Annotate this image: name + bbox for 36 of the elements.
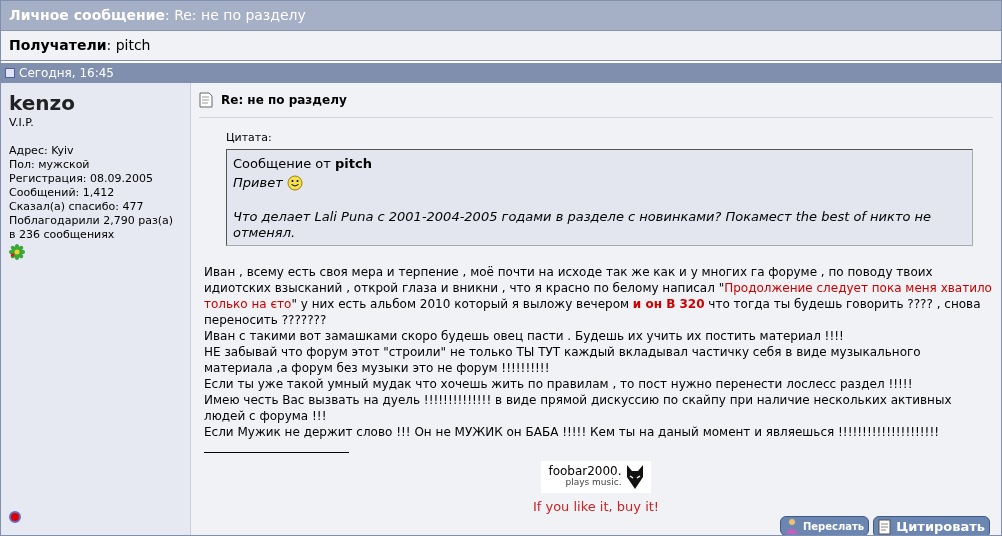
author-detail: в 236 сообщениях — [9, 227, 116, 242]
author-detail: Сообщений: 1,412 — [9, 185, 116, 200]
message-text: НЕ забывай что форум этот "строили" не только ТЫ ТУТ каждый вкладывал частичку себя в виде музыкального материала ,а форум без музыки это не форум !!!!!!!!!! — [204, 343, 922, 376]
post-icon — [5, 68, 15, 78]
fox-head-icon — [625, 463, 644, 490]
author-name[interactable]: kenzo — [9, 91, 182, 115]
smiley-icon — [286, 174, 303, 191]
title-text: : Re: не по разделу — [164, 6, 306, 25]
quote-label: Цитата: — [226, 130, 273, 146]
author-detail: Пол: мужской — [9, 157, 91, 172]
author-rank: V.I.P. — [9, 115, 35, 131]
recipients-label: Получатели — [9, 36, 107, 55]
author-detail: Адрес: Kyiv — [9, 143, 75, 158]
post-title: Re: не по разделу — [221, 92, 347, 109]
logo-tagline: plays music. — [565, 476, 622, 488]
author-detail: Регистрация: 08.09.2005 — [9, 171, 154, 186]
signature-slogan: If you like it, buy it! — [532, 497, 660, 516]
quote-button[interactable]: Цитировать — [873, 516, 990, 535]
forward-button[interactable]: Переслать — [779, 516, 870, 535]
author-detail: Сказал(а) спасибо: 477 — [9, 199, 145, 214]
message-text: Иван , всему есть своя мера и терпение , моё почти на исходе так же как и у многих га форуме , по поводу твоих идиотских взысканий , открой глаза и вникни , что я красно по белому написал "Продолжение следует пока меня хватило только на єто" у них есть альбом 2010 который я выложу вечером и он В 320 что тогда ты будешь говорить ???? , снова переносить ??????? — [204, 263, 993, 328]
message-text: Если ты уже такой умный мудак что хочешь жить по правилам , то пост нужно перенести лослесс раздел !!!!! — [204, 375, 914, 392]
title-label: Личное сообщение — [9, 6, 165, 25]
message-text: Иван с такими вот замашками скоро будешь овец пасти . Будешь их учить их постить материал !!!! — [204, 327, 845, 344]
quote-author: Сообщение от pitch — [233, 154, 373, 173]
message-text: Если Мужик не держит слово !!! Он не МУЖИК он БАБА !!!!! Кем ты на даный момент и являешься !!!!!!!!!!!!!!!!!!!!! — [204, 423, 941, 440]
logo-name: foobar2000. — [548, 465, 622, 477]
post-date: Сегодня, 16:45 — [19, 65, 114, 82]
flower-icon[interactable] — [9, 243, 25, 260]
document-icon — [199, 92, 213, 108]
recipients-value: : pitch — [106, 36, 151, 55]
author-detail: Поблагодарили 2,790 раз(а) — [9, 213, 175, 228]
message-text: Имею честь Вас вызвать на дуель !!!!!!!!!!!!!! в виде прямой дискуссию по скайпу при наличие нескольких активных людей с форума !!! — [204, 391, 953, 424]
person-icon — [784, 518, 799, 534]
quote-text: Что делает Lali Puna с 2001-2004-2005 годами в разделе с новинками? Покамест the best of никто не отменял. — [233, 208, 933, 241]
quote-greeting: Привет — [233, 174, 283, 192]
